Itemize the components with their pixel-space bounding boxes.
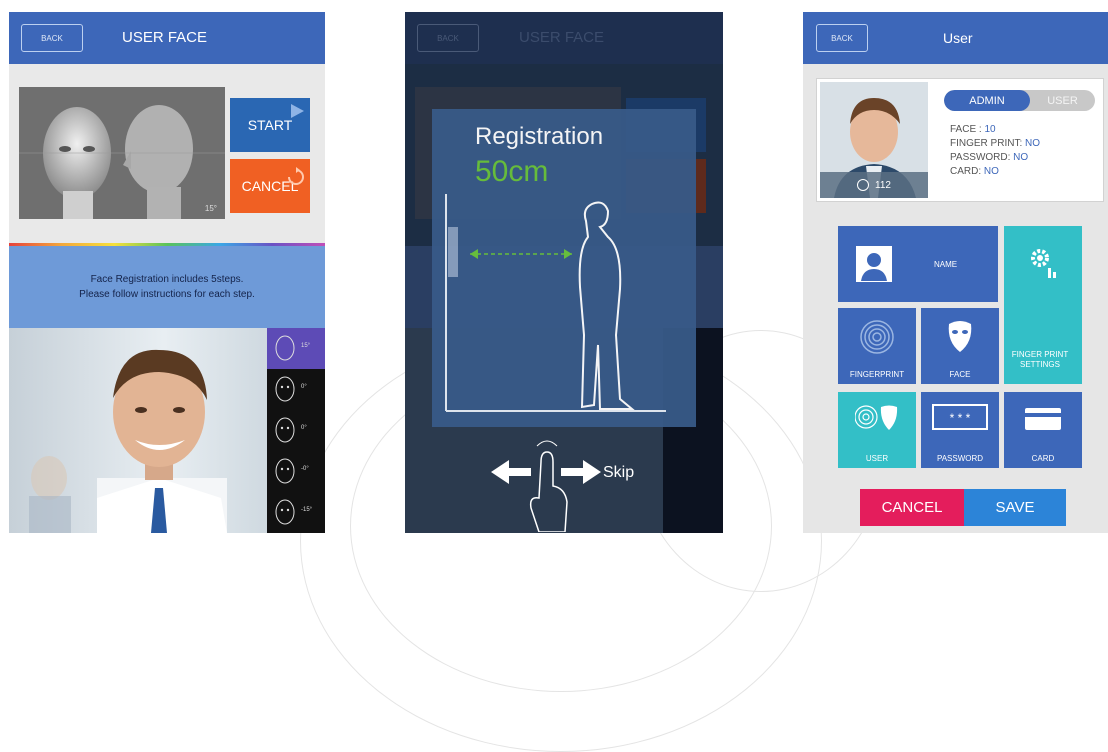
face-step-icon	[275, 458, 295, 484]
user-tile[interactable]: USER	[838, 392, 916, 468]
credential-summary: FACE : 10 FINGER PRINT: NO PASSWORD: NO …	[950, 123, 1040, 179]
face-value: 10	[984, 124, 996, 135]
user-label: USER	[865, 454, 889, 463]
fingerprint-label: FINGERPRINT	[849, 370, 905, 379]
instruction-line-1: Face Registration includes 5steps.	[90, 274, 244, 285]
face-label: FACE	[949, 370, 971, 379]
step-item-2[interactable]: 0°	[267, 369, 325, 410]
password-row: PASSWORD: NO	[950, 151, 1040, 165]
back-label: BACK	[437, 33, 459, 43]
face-step-icon	[275, 417, 295, 443]
fingerprint-icon	[860, 320, 894, 354]
instruction-line-2: Please follow instructions for each step…	[79, 289, 255, 300]
back-button[interactable]: BACK	[417, 24, 479, 52]
step-angle: 0°	[301, 384, 307, 390]
step-angle: 15°	[301, 343, 311, 349]
gear-icon	[1031, 249, 1056, 278]
face-step-icon	[275, 335, 295, 361]
step-angle: -15°	[301, 507, 313, 513]
skip-label[interactable]: Skip	[603, 464, 634, 482]
distance-diagram	[445, 194, 666, 412]
play-icon	[291, 104, 304, 118]
step-item-1[interactable]: 15°	[267, 328, 325, 369]
page-title: USER FACE	[122, 29, 208, 46]
save-label: SAVE	[995, 499, 1035, 516]
face-tile[interactable]: FACE	[921, 308, 999, 384]
user-info-card: 112 ADMIN USER FACE : 10 FINGER PRINT: N…	[816, 78, 1104, 202]
card-key: CARD:	[950, 166, 984, 177]
user-credentials-icon	[855, 405, 898, 430]
cancel-button[interactable]: CANCEL	[860, 489, 964, 526]
camera-preview	[9, 328, 267, 533]
fingerprint-settings-tile[interactable]: FINGER PRINT SETTINGS	[1004, 226, 1082, 384]
password-tile[interactable]: * * * PASSWORD	[921, 392, 999, 468]
header-bar: BACK User	[803, 12, 1108, 64]
cancel-button[interactable]: CANCEL	[230, 159, 310, 213]
step-item-4[interactable]: -0°	[267, 451, 325, 492]
card-icon	[1025, 408, 1061, 430]
reset-icon	[288, 167, 304, 185]
password-value: NO	[1013, 152, 1029, 163]
user-id: 112	[875, 179, 891, 191]
step-list: 15° 0° 0° -0° -15°	[267, 328, 325, 533]
start-button[interactable]: START	[230, 98, 310, 152]
registration-overlay: Registration 50cm	[432, 109, 696, 427]
back-button[interactable]: BACK	[21, 24, 83, 52]
step-angle: -0°	[301, 466, 309, 472]
svg-text:* * *: * * *	[950, 411, 971, 425]
face-count-row: FACE : 10	[950, 123, 1040, 137]
face-step-icon	[275, 499, 295, 525]
name-label: NAME	[934, 260, 958, 269]
user-option-label: USER	[1047, 94, 1078, 107]
cancel-label: CANCEL	[881, 499, 943, 516]
admin-label: ADMIN	[969, 94, 1005, 107]
fingerprint-key: FINGER PRINT:	[950, 138, 1026, 149]
face-guide-panel: 15°	[19, 87, 225, 219]
fingerprint-settings-label: FINGER PRINT SETTINGS	[1011, 350, 1069, 369]
user-id-bar: 112	[820, 172, 928, 198]
password-label: PASSWORD	[936, 454, 984, 463]
angle-label: 15°	[204, 204, 217, 213]
card-label: CARD	[1031, 454, 1055, 463]
face-mask-icon	[948, 321, 972, 352]
fingerprint-row: FINGER PRINT: NO	[950, 137, 1040, 151]
save-button[interactable]: SAVE	[964, 489, 1066, 526]
step-angle: 0°	[301, 425, 307, 431]
fingerprint-tile[interactable]: FINGERPRINT	[838, 308, 916, 384]
fingerprint-value: NO	[1025, 138, 1041, 149]
back-label: BACK	[831, 33, 853, 43]
face-guide-heads-icon	[19, 87, 225, 219]
face-key: FACE :	[950, 124, 985, 135]
role-toggle[interactable]: ADMIN USER	[944, 90, 1095, 111]
admin-option[interactable]: ADMIN	[944, 90, 1030, 111]
back-label: BACK	[41, 33, 63, 43]
start-label: START	[247, 117, 293, 133]
swipe-gesture-icon[interactable]	[491, 432, 651, 532]
password-key: PASSWORD:	[950, 152, 1014, 163]
instruction-banner: Face Registration includes 5steps. Pleas…	[9, 246, 325, 328]
card-tile[interactable]: CARD	[1004, 392, 1082, 468]
screen-user: BACK User 112 ADMIN USER FACE: 10 FINGE…	[803, 12, 1108, 533]
face-step-icon	[275, 376, 295, 402]
person-photo	[29, 349, 227, 533]
id-icon	[857, 179, 870, 191]
card-value: NO	[983, 166, 999, 177]
user-option[interactable]: USER	[1030, 90, 1095, 111]
card-row: CARD: NO	[950, 165, 1040, 179]
step-item-5[interactable]: -15°	[267, 492, 325, 533]
name-tile[interactable]: NAME	[838, 226, 998, 302]
screen-registration-guide: BACK USER FACE Registration 50cm Skip	[405, 12, 723, 533]
page-title: User	[943, 30, 973, 46]
back-button[interactable]: BACK	[816, 24, 868, 52]
screen-user-face: BACK USER FACE 15° START CANCEL Face Reg…	[9, 12, 325, 533]
step-item-3[interactable]: 0°	[267, 410, 325, 451]
user-photo: 112	[820, 82, 928, 198]
password-icon: * * *	[932, 404, 988, 430]
person-icon	[856, 246, 892, 282]
header-bar: BACK USER FACE	[405, 12, 723, 64]
header-bar: BACK USER FACE	[9, 12, 325, 64]
page-title: USER FACE	[519, 29, 605, 46]
